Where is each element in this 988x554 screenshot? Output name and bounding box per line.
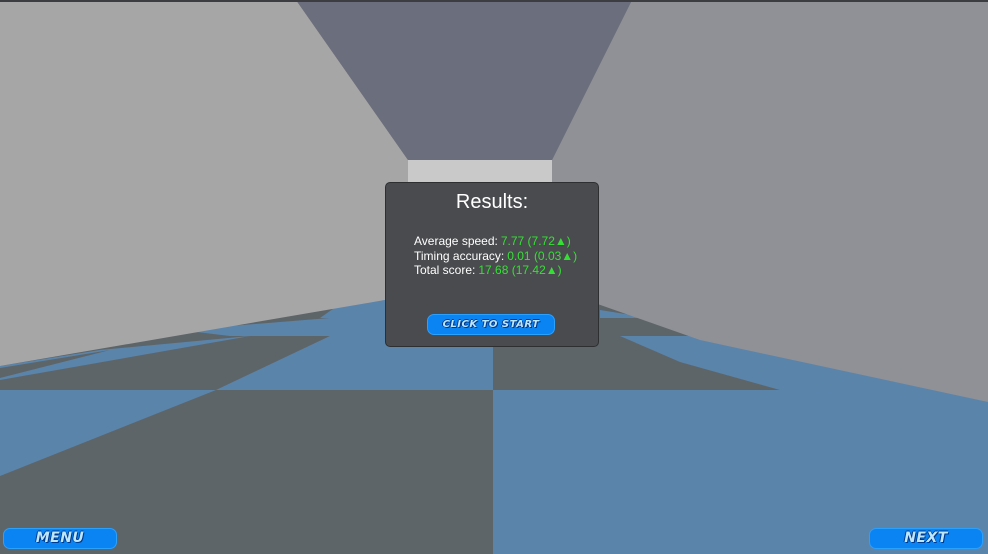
timing-accuracy-label: Timing accuracy: <box>414 249 505 263</box>
results-title: Results: <box>455 191 529 213</box>
total-score-value: 17.68 (17.42▲) <box>478 263 562 277</box>
total-score-row: Total score: 17.68 (17.42▲) <box>414 263 562 277</box>
menu-button[interactable]: MENU <box>3 528 117 549</box>
results-panel: Results: Average speed: 7.77 (7.72▲) Timi… <box>385 182 599 347</box>
average-speed-value: 7.77 (7.72▲) <box>500 234 571 248</box>
timing-accuracy-row: Timing accuracy: 0.01 (0.03▲) <box>414 249 577 263</box>
next-button[interactable]: NEXT <box>869 528 983 549</box>
average-speed-label: Average speed: <box>414 234 498 248</box>
top-edge <box>0 0 988 2</box>
timing-accuracy-value: 0.01 (0.03▲) <box>507 249 578 263</box>
click-to-start-button[interactable]: CLICK TO START <box>427 314 555 335</box>
average-speed-row: Average speed: 7.77 (7.72▲) <box>414 234 571 248</box>
total-score-label: Total score: <box>414 263 476 277</box>
